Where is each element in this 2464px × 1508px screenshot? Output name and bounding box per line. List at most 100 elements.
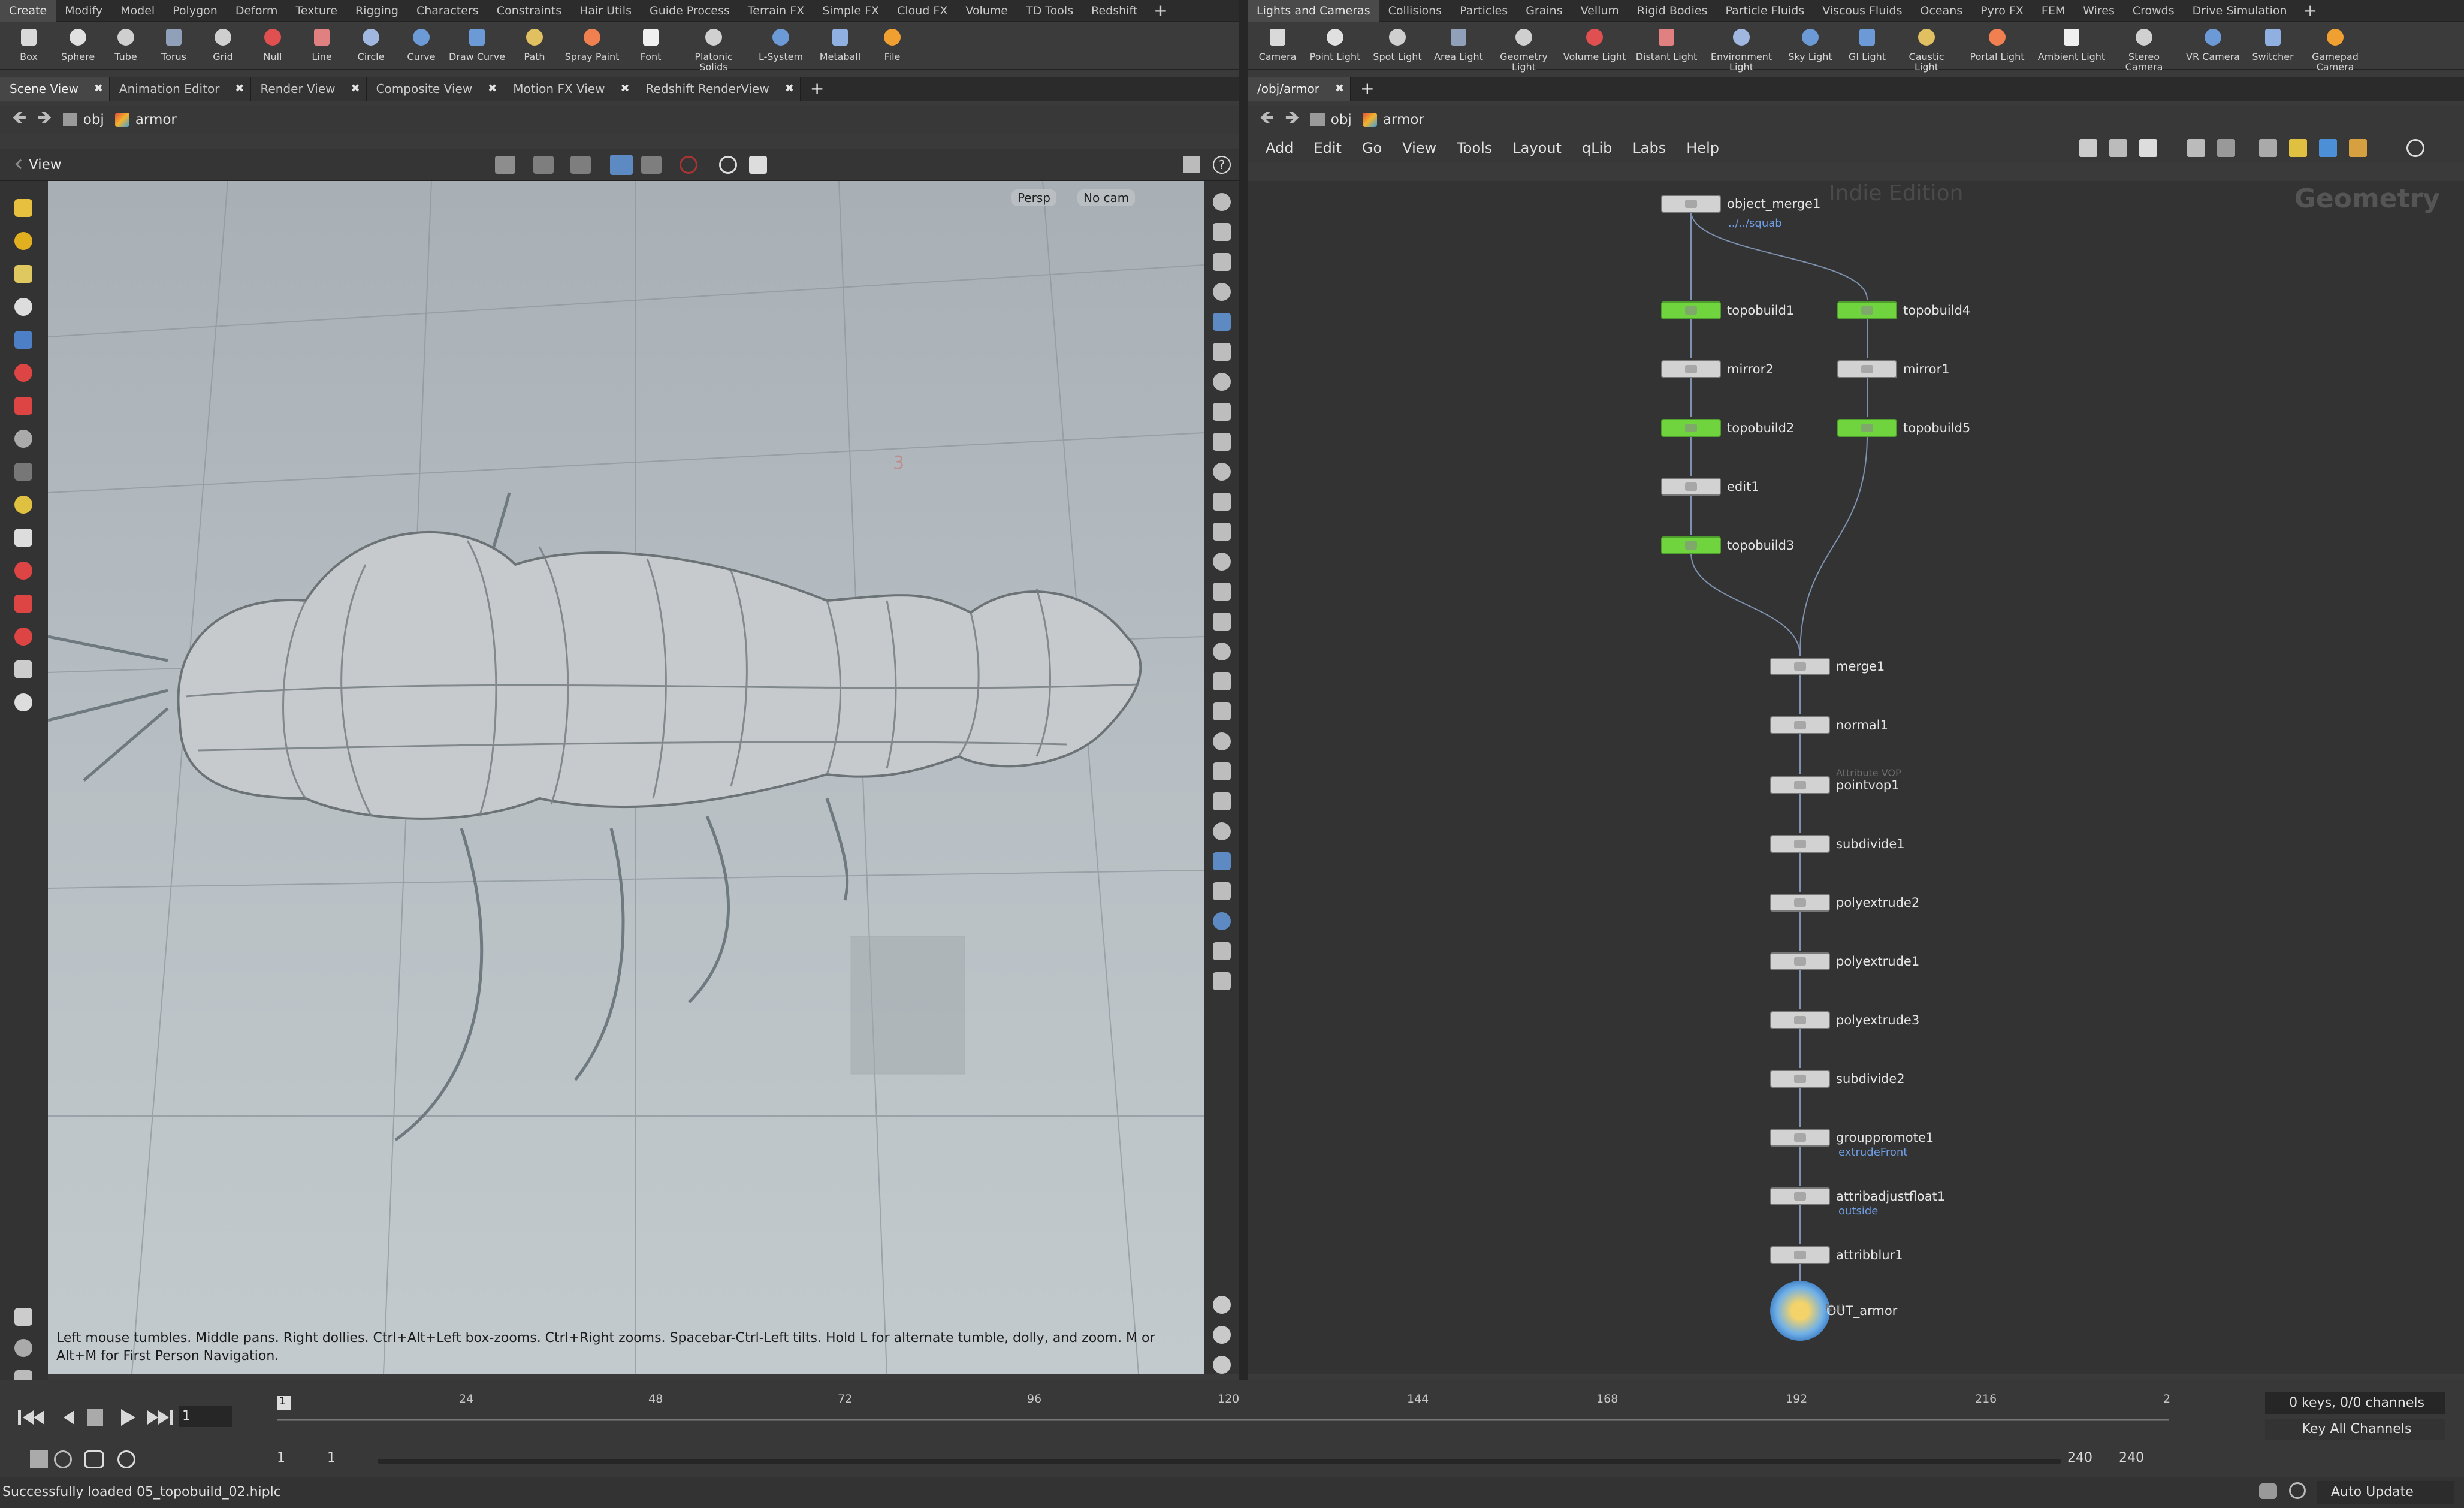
display-option-16-icon[interactable] [1213,643,1231,660]
snap-icon[interactable] [14,628,32,646]
shelf-tab-particles[interactable]: Particles [1451,0,1517,22]
menu-labs[interactable]: Labs [1632,140,1666,156]
shelf-tab-volume[interactable]: Volume [956,0,1017,22]
node-body[interactable] [1770,1129,1830,1147]
shelf-tab-terrain-fx[interactable]: Terrain FX [739,0,813,22]
rotate-icon[interactable] [14,364,32,382]
node-mirror2[interactable]: mirror2 [1661,357,1774,381]
handle-icon[interactable] [14,430,32,448]
node-body[interactable] [1837,419,1897,437]
netbox-icon[interactable] [2349,139,2367,157]
display-option-27-icon[interactable] [1213,972,1231,990]
tab-render-view[interactable]: Render View ✖ [250,77,367,101]
tab-redshift-renderview[interactable]: Redshift RenderView ✖ [636,77,801,101]
shelf-tool-geometry-light[interactable]: Geometry Light [1488,22,1559,72]
select-mode-icon[interactable] [495,156,515,174]
node-mirror1[interactable]: mirror1 [1837,357,1950,381]
shelf-tool-distant-light[interactable]: Distant Light [1630,22,1703,62]
node-edit1[interactable]: edit1 [1661,475,1759,499]
path-obj[interactable]: obj [1310,112,1352,128]
display-option-26-icon[interactable] [1213,942,1231,960]
shelf-tool-environment-light[interactable]: Environment Light [1703,22,1780,72]
node-body[interactable] [1770,1281,1830,1341]
shelf-tool-portal-light[interactable]: Portal Light [1959,22,2035,62]
node-body[interactable] [1770,1070,1830,1088]
node-body[interactable] [1837,301,1897,319]
tab-scene-view[interactable]: Scene View ✖ [0,77,110,101]
node-body[interactable] [1661,301,1721,319]
shelf-tab-redshift[interactable]: Redshift [1082,0,1146,22]
node-body[interactable] [1770,835,1830,853]
menu-view[interactable]: View [1402,140,1436,156]
network-editor[interactable]: Indie Edition Geometry object_merge1 ../.… [1248,181,2464,1374]
shelf-tab-cloud-fx[interactable]: Cloud FX [888,0,956,22]
node-topobuild2[interactable]: topobuild2 [1661,416,1794,440]
display-option-1-icon[interactable] [1213,193,1231,211]
display-option-18-icon[interactable] [1213,702,1231,720]
shelf-tool-path[interactable]: Path [507,22,562,62]
fps-icon[interactable] [117,1450,135,1468]
layout-icon[interactable] [1183,156,1200,173]
menu-qlib[interactable]: qLib [1582,140,1613,156]
view-icon[interactable] [14,693,32,711]
list-icon[interactable] [2139,139,2157,157]
grid-points-icon[interactable] [2217,139,2235,157]
node-polyextrude1[interactable]: polyextrude1 [1770,949,1919,973]
shelf-tool-spot-light[interactable]: Spot Light [1366,22,1429,62]
close-icon[interactable]: ✖ [488,77,497,101]
pose-icon[interactable] [14,463,32,481]
display-option-20-icon[interactable] [1213,762,1231,780]
add-shelf-icon[interactable]: + [1146,0,1174,22]
range-end-field[interactable]: 240 [2067,1450,2092,1465]
lasso-icon[interactable] [14,562,32,580]
add-tab-button[interactable]: + [800,77,831,101]
shelf-tool-vr-camera[interactable]: VR Camera [2180,22,2246,62]
display-option-11-icon[interactable] [1213,493,1231,511]
display-option-21-icon[interactable] [1213,792,1231,810]
shelf-tab-fem[interactable]: FEM [2033,0,2074,22]
shelf-tool-sphere[interactable]: Sphere [54,22,102,62]
node-body[interactable] [1770,716,1830,734]
shelf-tool-spray-paint[interactable]: Spray Paint [562,22,622,62]
arrow-select-icon[interactable] [14,298,32,316]
tab-motion-fx-view[interactable]: Motion FX View ✖ [503,77,636,101]
node-topobuild5[interactable]: topobuild5 [1837,416,1970,440]
display-option-22-icon[interactable] [1213,822,1231,840]
shelf-tab-crowds[interactable]: Crowds [2124,0,2184,22]
shelf-tab-hair-utils[interactable]: Hair Utils [570,0,641,22]
key-all-channels-button[interactable]: Key All Channels [2265,1419,2445,1440]
shelf-tab-wires[interactable]: Wires [2074,0,2124,22]
select-points-icon[interactable] [14,232,32,250]
shelf-tab-create[interactable]: Create [0,0,56,22]
shelf-tool-file[interactable]: File [866,22,918,62]
node-attribblur1[interactable]: attribblur1 [1770,1243,1903,1267]
secure-icon[interactable] [570,156,591,174]
menu-help[interactable]: Help [1686,140,1719,156]
shelf-tab-grains[interactable]: Grains [1517,0,1571,22]
close-icon[interactable]: ✖ [235,77,244,101]
pick-icon[interactable] [533,156,554,174]
shelf-tab-deform[interactable]: Deform [227,0,287,22]
tree-icon[interactable] [2109,139,2127,157]
scale-icon[interactable] [14,397,32,415]
transform-icon[interactable] [14,496,32,514]
node-topobuild1[interactable]: topobuild1 [1661,298,1794,322]
node-object-merge1[interactable]: object_merge1 [1661,192,1820,216]
display-option-8-icon[interactable] [1213,403,1231,421]
auto-update-menu[interactable]: Auto Update [2317,1481,2454,1504]
loop-icon[interactable] [84,1450,104,1468]
shelf-tab-polygon[interactable]: Polygon [164,0,227,22]
display-option-13-icon[interactable] [1213,553,1231,571]
shelf-tab-guide-process[interactable]: Guide Process [641,0,739,22]
menu-tools[interactable]: Tools [1457,140,1492,156]
visibility-icon[interactable] [1213,1356,1231,1374]
sticky-note-icon[interactable] [2289,139,2307,157]
search-icon[interactable] [2406,139,2424,157]
close-icon[interactable]: ✖ [351,77,360,101]
node-merge1[interactable]: merge1 [1770,655,1885,678]
flipbook-icon[interactable] [719,156,737,174]
display-option-5-icon[interactable] [1213,313,1231,331]
shelf-tab-viscous-fluids[interactable]: Viscous Fluids [1813,0,1911,22]
path-armor[interactable]: armor [1362,112,1424,128]
node-body[interactable] [1770,776,1830,794]
